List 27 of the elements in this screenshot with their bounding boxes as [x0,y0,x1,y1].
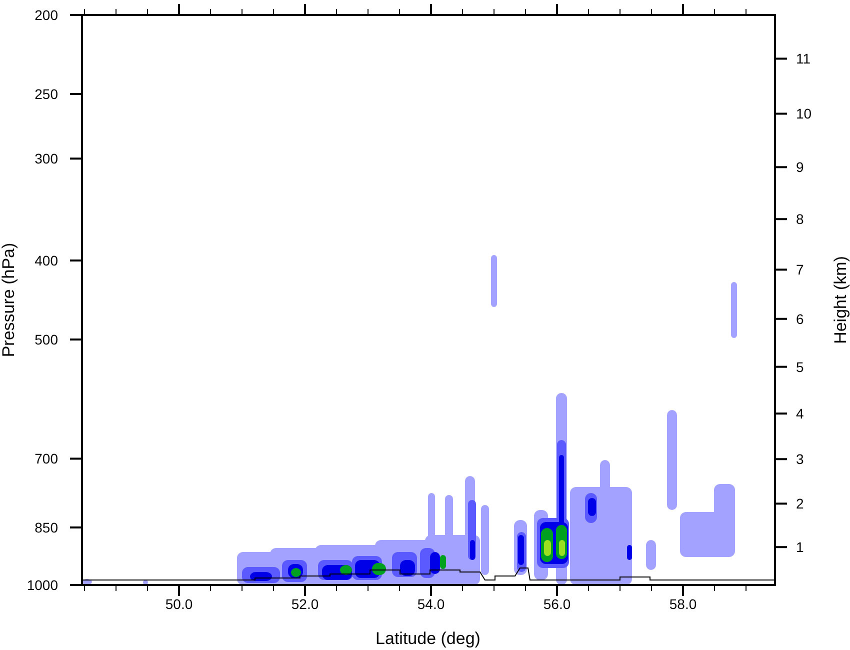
x-tick-label: 52.0 [291,596,319,612]
y-tick-label: 250 [34,86,58,102]
height-tick-label: 2 [796,496,804,512]
y-tick-label: 200 [34,7,58,23]
height-tick-label: 1 [796,539,804,556]
y-tick-label: 700 [34,450,58,467]
y-tick-label: 500 [34,332,58,348]
height-tick-label: 3 [796,451,804,468]
y-tick-label: 1000 [26,577,58,593]
x-tick-label: 50.0 [165,596,193,612]
x-tick-label: 54.0 [417,596,445,612]
right-axis-title: Height (km) [831,256,850,344]
height-tick-label: 10 [796,106,812,122]
y-axis-title: Pressure (hPa) [0,242,18,358]
height-tick-label: 5 [796,358,804,375]
x-tick-label: 58.0 [669,596,697,612]
y-tick-label: 400 [34,252,58,268]
height-tick-label: 9 [796,159,804,176]
height-tick-label: 8 [796,211,804,228]
height-tick-label: 6 [796,310,804,327]
y-tick-label: 850 [34,519,58,536]
height-tick-label: 4 [796,406,804,422]
y-tick-label: 300 [34,150,58,167]
x-axis-title: Latitude (deg) [376,629,480,648]
x-tick-label: 56.0 [543,596,571,612]
height-tick-label: 11 [796,50,811,67]
height-tick-label: 7 [796,262,804,278]
